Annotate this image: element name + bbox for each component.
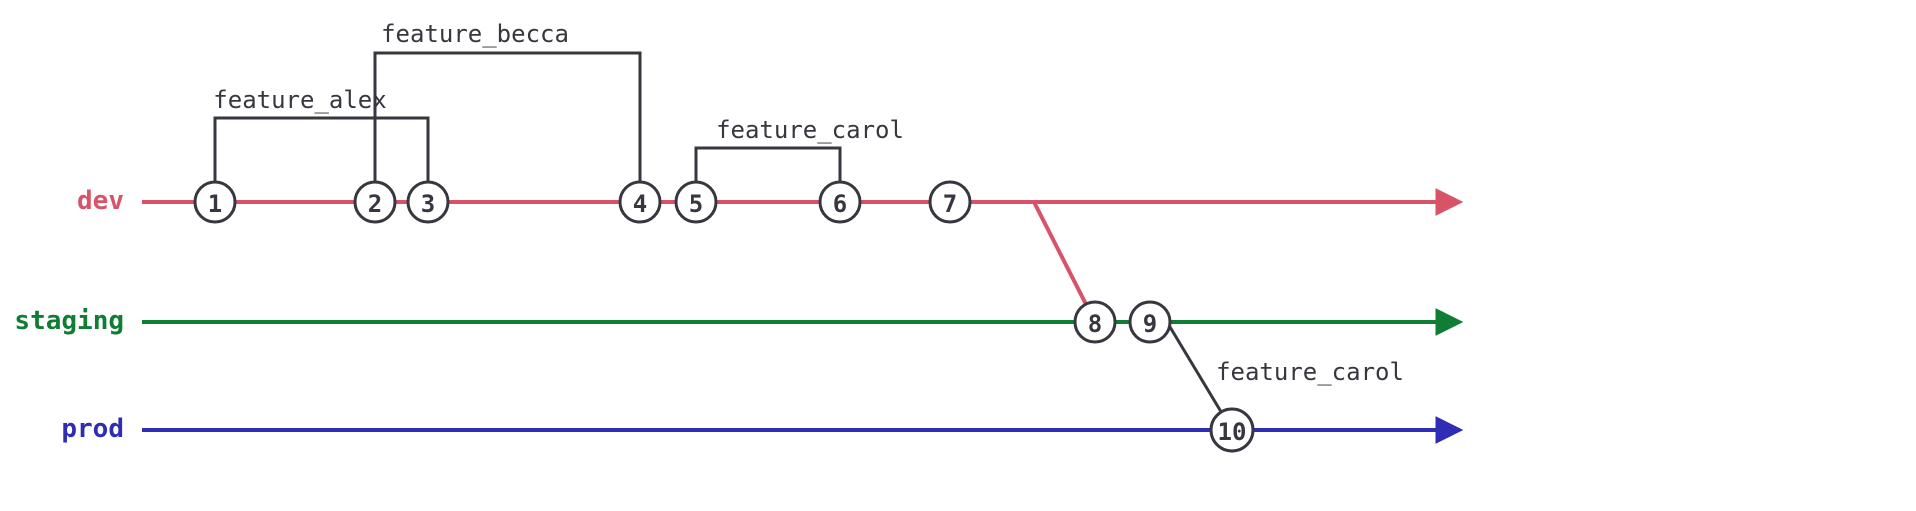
commit-9: 9 — [1130, 302, 1170, 342]
commit-2: 2 — [355, 182, 395, 222]
commit-10: 10 — [1211, 409, 1253, 451]
svg-text:4: 4 — [633, 190, 647, 218]
feature-carol-label: feature_carol — [716, 116, 904, 144]
commit-1: 1 — [195, 182, 235, 222]
lane-staging-label: staging — [14, 306, 124, 336]
svg-text:5: 5 — [689, 190, 703, 218]
svg-text:8: 8 — [1088, 310, 1102, 338]
svg-text:9: 9 — [1143, 310, 1157, 338]
svg-text:1: 1 — [208, 190, 222, 218]
lane-prod-label: prod — [61, 414, 124, 444]
feature-alex-bracket — [215, 118, 428, 183]
svg-text:3: 3 — [421, 190, 435, 218]
commit-6: 6 — [820, 182, 860, 222]
svg-text:7: 7 — [943, 190, 957, 218]
commit-5: 5 — [676, 182, 716, 222]
feature-carol-bracket — [696, 148, 840, 183]
feature-becca-label: feature_becca — [381, 20, 569, 48]
commit-4: 4 — [620, 182, 660, 222]
svg-text:2: 2 — [368, 190, 382, 218]
lane-dev-label: dev — [77, 186, 124, 216]
commit-8: 8 — [1075, 302, 1115, 342]
svg-text:6: 6 — [833, 190, 847, 218]
commit-3: 3 — [408, 182, 448, 222]
git-branch-diagram: dev staging prod feature_carol feature_a… — [0, 0, 1916, 511]
feature-carol-hotfix-label: feature_carol — [1216, 358, 1404, 386]
commit-7: 7 — [930, 182, 970, 222]
feature-alex-label: feature_alex — [213, 86, 386, 114]
svg-text:10: 10 — [1218, 418, 1247, 446]
